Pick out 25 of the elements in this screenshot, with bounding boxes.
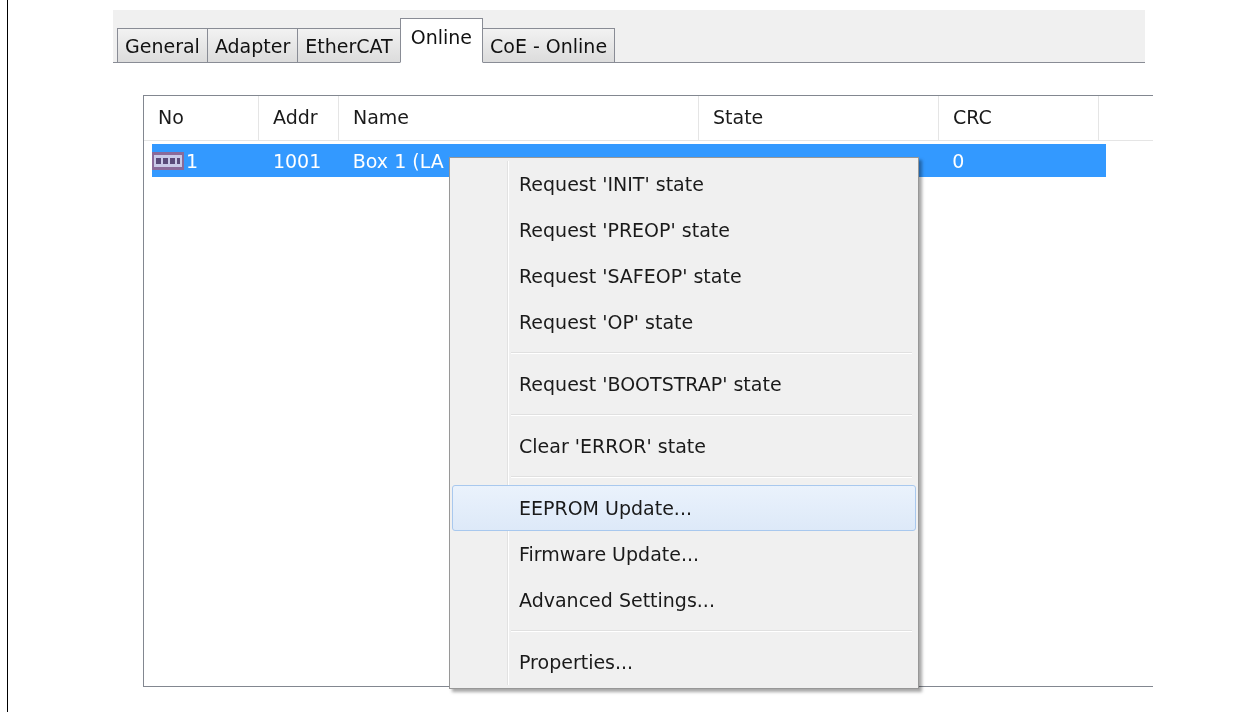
menu-item[interactable]: Request 'PREOP' state bbox=[452, 207, 916, 253]
table-cell: 1001 bbox=[272, 149, 322, 172]
tab[interactable]: Adapter bbox=[206, 28, 299, 63]
tab[interactable]: CoE - Online bbox=[482, 28, 616, 63]
tab[interactable]: Online bbox=[399, 18, 483, 63]
menu-item[interactable]: Clear 'ERROR' state bbox=[452, 423, 916, 469]
menu-item[interactable]: Request 'OP' state bbox=[452, 299, 916, 345]
menu-item[interactable]: Request 'BOOTSTRAP' state bbox=[452, 361, 916, 407]
menu-item[interactable]: Advanced Settings... bbox=[452, 577, 916, 623]
tab[interactable]: General bbox=[117, 28, 208, 63]
table-cell: 1 bbox=[186, 149, 199, 172]
menu-item[interactable]: EEPROM Update... bbox=[452, 485, 916, 531]
menu-item[interactable]: Request 'SAFEOP' state bbox=[452, 253, 916, 299]
table-cell: Box 1 (LA bbox=[352, 149, 444, 172]
table-cell: 0 bbox=[952, 149, 965, 172]
column-header[interactable]: State bbox=[699, 96, 939, 140]
device-icon bbox=[152, 151, 184, 170]
menu-item[interactable]: Request 'INIT' state bbox=[452, 161, 916, 207]
menu-item[interactable]: Firmware Update... bbox=[452, 531, 916, 577]
column-header[interactable]: Name bbox=[339, 96, 699, 140]
column-header[interactable]: CRC bbox=[939, 96, 1099, 140]
column-header[interactable]: No bbox=[144, 96, 259, 140]
tab[interactable]: EtherCAT bbox=[297, 28, 401, 63]
menu-item[interactable]: Properties... bbox=[452, 639, 916, 685]
column-header[interactable]: Addr bbox=[259, 96, 339, 140]
